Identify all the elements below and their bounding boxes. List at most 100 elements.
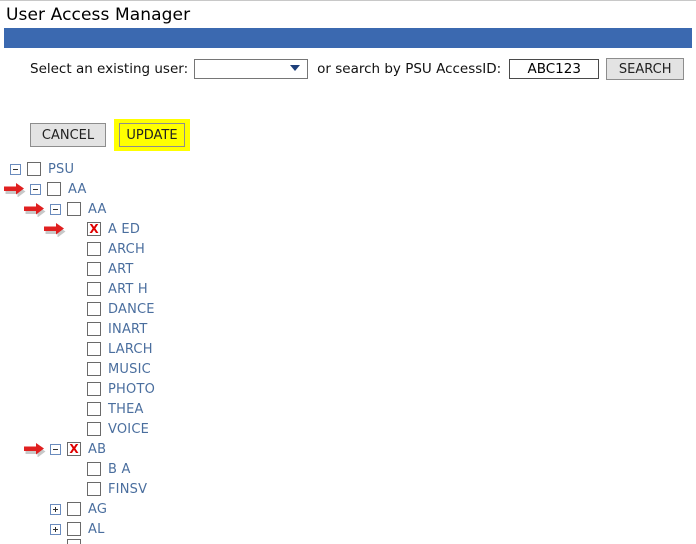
checkbox-unchecked[interactable] (87, 362, 101, 376)
tree-row: B A (0, 459, 696, 479)
checkbox-unchecked[interactable] (87, 402, 101, 416)
page-title: User Access Manager (6, 5, 191, 25)
tree-row: X A ED (0, 219, 696, 239)
checkbox-unchecked[interactable] (87, 262, 101, 276)
pointer-arrow-icon (42, 221, 68, 238)
tree-toggle-placeholder (70, 244, 81, 255)
tree-toggle-placeholder (70, 464, 81, 475)
accessid-input[interactable] (509, 59, 600, 79)
action-buttons: CANCEL UPDATE (0, 119, 190, 151)
tree-row: AG (0, 499, 696, 519)
tree-node-label[interactable]: ARCH (108, 242, 145, 257)
checkbox-unchecked[interactable] (87, 422, 101, 436)
checkbox-unchecked[interactable] (87, 242, 101, 256)
tree-row: X AB (0, 439, 696, 459)
access-tree: PSU AA AA X A ED ARCH ART ART H DANCE INART LARCH M… (0, 159, 696, 544)
tree-row: MUSIC (0, 359, 696, 379)
tree-row: DANCE (0, 299, 696, 319)
expand-toggle-icon[interactable] (50, 503, 61, 515)
tree-toggle-placeholder (50, 539, 61, 544)
user-access-manager-page: User Access Manager Select an existing u… (0, 0, 696, 544)
tree-row: PHOTO (0, 379, 696, 399)
tree-row: FINSV (0, 479, 696, 499)
update-button[interactable]: UPDATE (119, 123, 185, 147)
tree-row: THEA (0, 399, 696, 419)
tree-node-label[interactable]: PHOTO (108, 382, 155, 397)
tree-node-label[interactable]: AB (88, 442, 106, 457)
checkbox-unchecked[interactable] (87, 322, 101, 336)
tree-toggle-placeholder (70, 404, 81, 415)
tree-node-label[interactable]: LARCH (108, 342, 153, 357)
tree-node-label[interactable]: AG (88, 502, 107, 517)
tree-toggle-placeholder (70, 424, 81, 435)
checkbox-x-icon: X (69, 442, 79, 456)
tree-node-label[interactable]: FINSV (108, 482, 147, 497)
checkbox-checked[interactable]: X (67, 442, 81, 456)
tree-toggle-placeholder (70, 384, 81, 395)
tree-node-label[interactable]: AL (88, 522, 105, 537)
tree-row: PSU (0, 159, 696, 179)
tree-node-label[interactable]: ART H (108, 282, 148, 297)
existing-user-select[interactable] (194, 59, 309, 79)
pointer-arrow-icon (22, 441, 48, 458)
checkbox-unchecked[interactable] (87, 342, 101, 356)
tree-row: ART H (0, 279, 696, 299)
tree-node-label[interactable]: B A (108, 462, 131, 477)
checkbox-unchecked[interactable] (67, 502, 81, 516)
checkbox-x-icon: X (89, 222, 99, 236)
search-button[interactable]: SEARCH (606, 58, 685, 80)
tree-node-label[interactable]: PSU (48, 162, 74, 177)
collapse-toggle-icon[interactable] (30, 183, 41, 195)
tree-row: VOICE (0, 419, 696, 439)
tree-toggle-placeholder (70, 264, 81, 275)
tree-toggle-placeholder (70, 484, 81, 495)
cancel-button[interactable]: CANCEL (30, 123, 106, 147)
tree-row: AL (0, 519, 696, 539)
tree-toggle-placeholder (70, 304, 81, 315)
collapse-toggle-icon[interactable] (10, 163, 21, 175)
tree-row: ARCH (0, 239, 696, 259)
checkbox-unchecked[interactable] (87, 282, 101, 296)
tree-node-label[interactable]: AA (88, 202, 107, 217)
tree-toggle-placeholder (70, 324, 81, 335)
checkbox-unchecked[interactable] (87, 462, 101, 476)
tree-toggle-placeholder (70, 364, 81, 375)
tree-node-label[interactable]: THEA (108, 402, 144, 417)
search-toolbar: Select an existing user: or search by PS… (0, 55, 696, 83)
tree-row: INART (0, 319, 696, 339)
accessid-label: or search by PSU AccessID: (317, 61, 502, 77)
pointer-arrow-icon (22, 201, 48, 218)
chevron-down-icon (290, 65, 301, 71)
checkbox-unchecked[interactable] (87, 302, 101, 316)
collapse-toggle-icon[interactable] (50, 203, 61, 215)
tree-toggle-placeholder (70, 284, 81, 295)
tree-row: LARCH (0, 339, 696, 359)
checkbox-unchecked[interactable] (47, 182, 61, 196)
checkbox-unchecked[interactable] (27, 162, 41, 176)
tree-node-label[interactable]: ART (108, 262, 134, 277)
checkbox-unchecked[interactable] (87, 482, 101, 496)
tree-row (0, 539, 696, 544)
tree-toggle-placeholder (70, 344, 81, 355)
tree-node-label[interactable]: AA (68, 182, 87, 197)
update-button-highlight: UPDATE (114, 119, 190, 151)
tree-node-label[interactable]: INART (108, 322, 147, 337)
tree-node-label[interactable]: MUSIC (108, 362, 151, 377)
checkbox-unchecked[interactable] (67, 202, 81, 216)
accent-bar (4, 28, 692, 48)
select-user-label: Select an existing user: (30, 61, 189, 77)
checkbox-unchecked[interactable] (67, 522, 81, 536)
pointer-arrow-icon (2, 181, 28, 198)
tree-node-label[interactable]: A ED (108, 222, 140, 237)
checkbox-unchecked[interactable] (87, 382, 101, 396)
tree-row: AA (0, 179, 696, 199)
tree-row: AA (0, 199, 696, 219)
checkbox-unchecked[interactable] (67, 539, 81, 544)
tree-node-label[interactable]: DANCE (108, 302, 155, 317)
checkbox-checked[interactable]: X (87, 222, 101, 236)
tree-node-label[interactable]: VOICE (108, 422, 149, 437)
expand-toggle-icon[interactable] (50, 523, 61, 535)
tree-row: ART (0, 259, 696, 279)
collapse-toggle-icon[interactable] (50, 443, 61, 455)
tree-toggle-placeholder (70, 224, 81, 235)
